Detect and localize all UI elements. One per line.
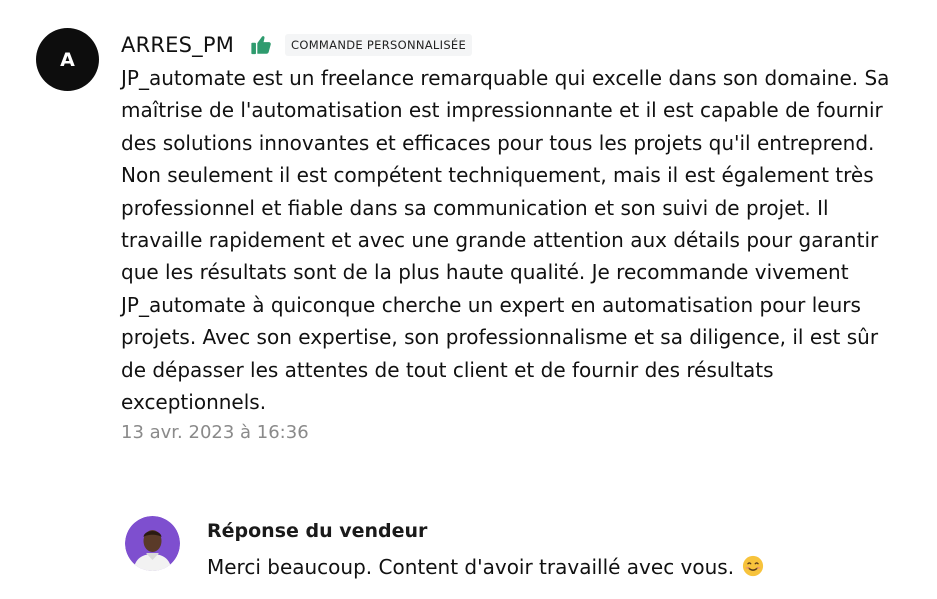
review-header: ARRES_PM COMMANDE PERSONNALISÉE [121,28,901,62]
thumbs-up-icon [250,34,272,56]
seller-response-text: Merci beaucoup. Content d'avoir travaill… [207,555,735,579]
reviewer-avatar-letter: A [60,48,75,71]
seller-response-body: Réponse du vendeur Merci beaucoup. Conte… [207,516,867,582]
review-text: JP_automate est un freelance remarquable… [121,66,890,415]
reviewer-username[interactable]: ARRES_PM [121,33,234,57]
seller-response-text-row: Merci beaucoup. Content d'avoir travaill… [207,552,867,582]
review-timestamp: 13 avr. 2023 à 16:36 [121,422,309,444]
seller-response-title: Réponse du vendeur [207,520,428,542]
seller-avatar[interactable] [125,516,180,571]
order-type-badge: COMMANDE PERSONNALISÉE [285,34,473,56]
smiling-face-emoji-icon [742,555,764,577]
reviewer-avatar[interactable]: A [36,28,99,91]
review-body: ARRES_PM COMMANDE PERSONNALISÉE JP_autom… [121,28,901,448]
